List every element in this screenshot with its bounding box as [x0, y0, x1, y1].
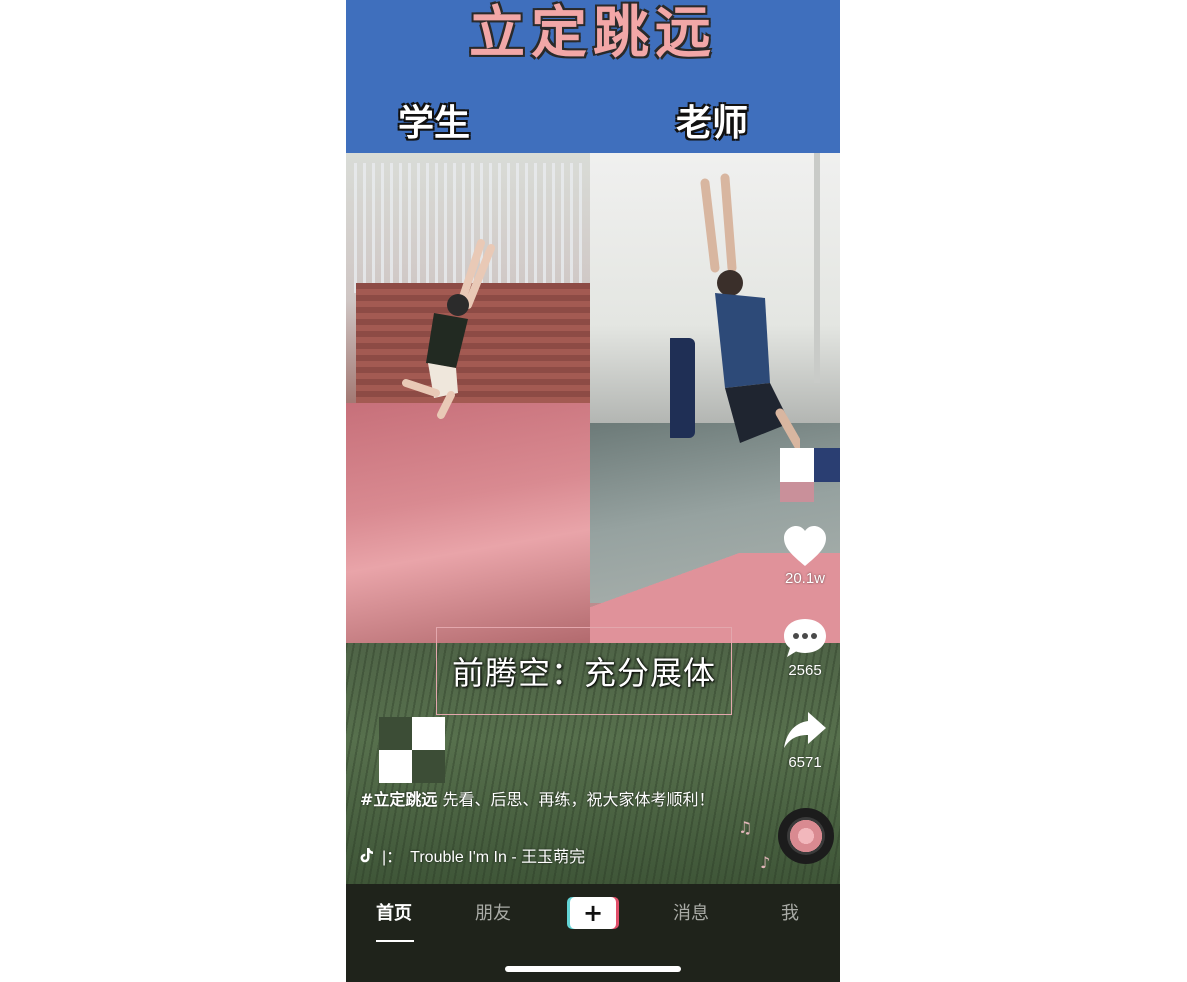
share-button[interactable]: 6571 — [778, 708, 832, 772]
track-image — [346, 403, 590, 643]
nav-home[interactable]: 首页 — [376, 902, 412, 926]
music-note-icon: ♪ — [760, 853, 771, 872]
video-player[interactable]: 立定跳远 学生 老师 前腾空：充分展体 — [346, 0, 840, 884]
video-description: #立定跳远 先看、后思、再练，祝大家体考顺利！ — [360, 788, 720, 812]
nav-active-indicator — [376, 940, 414, 942]
like-button[interactable]: 20.1w — [778, 524, 832, 588]
phone-frame: 立定跳远 学生 老师 前腾空：充分展体 20.1w 2565 6571 ♫ ♪ … — [346, 0, 840, 982]
student-video-panel — [346, 153, 590, 643]
music-info[interactable]: |： Trouble I'm In - 王玉萌完 — [360, 843, 585, 867]
video-caption-box: 前腾空：充分展体 — [436, 627, 732, 715]
create-button[interactable]: + — [570, 897, 616, 929]
student-label: 学生 — [398, 102, 471, 144]
nav-messages[interactable]: 消息 — [673, 902, 709, 926]
nav-friends[interactable]: 朋友 — [475, 902, 511, 926]
light-pole-image — [814, 153, 820, 383]
comment-count: 2565 — [788, 662, 822, 679]
video-banner: 立定跳远 学生 老师 — [346, 0, 840, 153]
student-jumper-figure — [402, 239, 495, 419]
comment-button[interactable]: 2565 — [778, 616, 832, 680]
description-text: 先看、后思、再练，祝大家体考顺利！ — [437, 790, 715, 809]
music-note-icon: ♫ — [738, 818, 753, 837]
screen: 立定跳远 学生 老师 前腾空：充分展体 20.1w 2565 6571 ♫ ♪ … — [0, 0, 1187, 982]
share-arrow-icon — [778, 708, 832, 752]
bystanders — [670, 338, 695, 438]
like-count: 20.1w — [784, 570, 826, 587]
music-disc-button[interactable] — [778, 808, 834, 864]
share-count: 6571 — [788, 754, 822, 771]
home-indicator[interactable] — [505, 966, 681, 972]
music-separator: |： — [382, 849, 403, 866]
music-track-title: Trouble I'm In - 王玉萌完 — [410, 849, 586, 866]
tiktok-logo-icon — [360, 848, 373, 863]
music-cover-icon — [787, 817, 825, 855]
pixel-mosaic — [780, 412, 840, 502]
bottom-nav: 首页 朋友 + 消息 我 — [346, 884, 840, 982]
nav-me[interactable]: 我 — [781, 902, 799, 926]
hashtag-link[interactable]: #立定跳远 — [360, 790, 437, 809]
video-caption: 前腾空：充分展体 — [451, 654, 716, 692]
heart-icon — [778, 524, 832, 568]
video-banner-title: 立定跳远 — [469, 0, 717, 66]
comment-icon — [778, 616, 832, 660]
teacher-label: 老师 — [676, 102, 749, 144]
pixel-mosaic — [379, 717, 445, 783]
